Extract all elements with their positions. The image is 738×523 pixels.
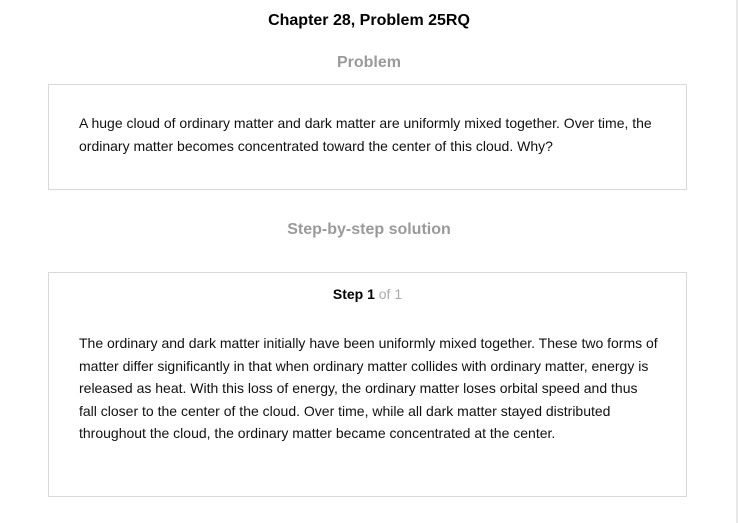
problem-text: A huge cloud of ordinary matter and dark… bbox=[79, 115, 652, 154]
step-of-count: of 1 bbox=[378, 286, 403, 302]
step-label: Step 1 bbox=[332, 286, 375, 302]
step-indicator: Step 1 of 1 bbox=[49, 286, 686, 302]
solution-heading: Step-by-step solution bbox=[287, 221, 451, 238]
solution-text: The ordinary and dark matter initially h… bbox=[79, 335, 658, 442]
chapter-title: Chapter 28, Problem 25RQ bbox=[268, 12, 470, 29]
problem-heading: Problem bbox=[336, 54, 401, 71]
solution-card: Step 1 of 1 The ordinary and dark matter… bbox=[48, 272, 687, 497]
problem-card: A huge cloud of ordinary matter and dark… bbox=[48, 84, 687, 190]
